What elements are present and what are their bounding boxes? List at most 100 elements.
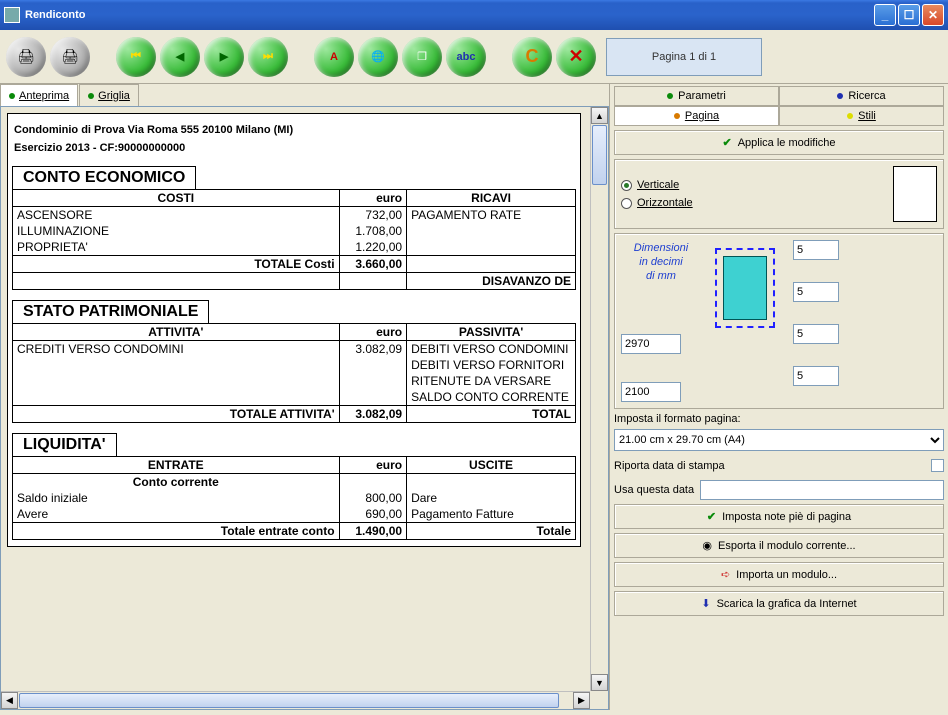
radio-orizzontale[interactable]: Orizzontale: [621, 197, 887, 209]
col-attivita: ATTIVITA': [13, 324, 340, 341]
scarica-button[interactable]: ⬇Scarica la grafica da Internet: [614, 591, 944, 616]
riporta-checkbox[interactable]: [931, 459, 944, 472]
first-icon: ⏮: [131, 50, 141, 63]
cell: ILLUMINAZIONE: [13, 223, 340, 239]
cell: RITENUTE DA VERSARE: [407, 373, 576, 389]
riporta-label: Riporta data di stampa: [614, 460, 925, 472]
check-icon: ✔: [722, 136, 731, 149]
cell: 1.220,00: [339, 239, 407, 256]
close-button[interactable]: ✕: [922, 4, 944, 26]
table-liquidita: ENTRATEeuroUSCITE Conto corrente Saldo i…: [12, 456, 576, 540]
input-margin-top[interactable]: [793, 240, 839, 260]
tot-right: Totale: [407, 523, 576, 540]
cell: 800,00: [339, 490, 407, 506]
dim-label: Dimensioni in decimi di mm: [621, 240, 701, 282]
col-euro: euro: [339, 457, 407, 474]
input-width[interactable]: [621, 382, 681, 402]
section-stato-patrimoniale: STATO PATRIMONIALE: [12, 300, 209, 324]
scroll-right-button[interactable]: ▶: [573, 692, 590, 709]
last-page-button[interactable]: ⏭: [248, 37, 288, 77]
horizontal-scrollbar[interactable]: ◀ ▶: [1, 691, 590, 709]
cell: PAGAMENTO RATE: [407, 207, 576, 224]
tab-stili-label: Stili: [858, 110, 876, 122]
print-single-button[interactable]: 🖨: [50, 37, 90, 77]
cell: DEBITI VERSO FORNITORI: [407, 357, 576, 373]
printer-icon: 🖨: [17, 48, 35, 65]
pdf-icon: A: [330, 51, 338, 63]
tot-label: Totale entrate conto: [13, 523, 340, 540]
radio-icon: [621, 198, 632, 209]
import-icon: ➪: [721, 568, 730, 581]
copy-button[interactable]: ❐: [402, 37, 442, 77]
delete-button[interactable]: ✕: [556, 37, 596, 77]
text-button[interactable]: abc: [446, 37, 486, 77]
globe-icon: 🌐: [371, 50, 385, 63]
scarica-label: Scarica la grafica da Internet: [717, 598, 857, 610]
input-height[interactable]: [621, 334, 681, 354]
importa-button[interactable]: ➪ Importa un modulo...: [614, 562, 944, 587]
note-pie-button[interactable]: ✔Imposta note piè di pagina: [614, 504, 944, 529]
tab-parametri[interactable]: Parametri: [614, 86, 779, 106]
scroll-left-button[interactable]: ◀: [1, 692, 18, 709]
export-icon: ◉: [702, 539, 712, 552]
applica-label: Applica le modifiche: [738, 137, 836, 149]
print-button[interactable]: 🖨: [6, 37, 46, 77]
importa-label: Importa un modulo...: [736, 569, 837, 581]
input-margin-right[interactable]: [793, 282, 839, 302]
cell: [339, 373, 407, 389]
right-panel: Parametri Ricerca Pagina Stili ✔ Applica …: [610, 84, 948, 710]
next-page-button[interactable]: ▶: [204, 37, 244, 77]
preview-area: Condominio di Prova Via Roma 555 20100 M…: [0, 106, 609, 710]
tab-anteprima[interactable]: Anteprima: [0, 84, 78, 106]
hscroll-thumb[interactable]: [19, 693, 559, 708]
pdf-button[interactable]: A: [314, 37, 354, 77]
esporta-label: Esporta il modulo corrente...: [718, 540, 856, 552]
minimize-button[interactable]: _: [874, 4, 896, 26]
prev-page-button[interactable]: ◀: [160, 37, 200, 77]
scroll-down-button[interactable]: ▼: [591, 674, 608, 691]
vertical-scrollbar[interactable]: ▲ ▼: [590, 107, 608, 691]
cell: Dare: [407, 490, 576, 506]
note-pie-label: Imposta note piè di pagina: [722, 511, 851, 523]
maximize-button[interactable]: ☐: [898, 4, 920, 26]
orientation-frame: Verticale Orizzontale: [614, 159, 944, 229]
input-margin-bottom[interactable]: [793, 324, 839, 344]
dimensions-frame: Dimensioni in decimi di mm: [614, 233, 944, 409]
tab-ricerca[interactable]: Ricerca: [779, 86, 944, 106]
window-title: Rendiconto: [25, 9, 872, 21]
cell: [339, 357, 407, 373]
cell: [13, 357, 340, 373]
tab-pagina[interactable]: Pagina: [614, 106, 779, 126]
tot-label: TOTALE ATTIVITA': [13, 406, 340, 423]
prev-icon: ◀: [176, 50, 184, 63]
tot-right: TOTAL: [407, 406, 576, 423]
cell: [339, 273, 407, 290]
email-button[interactable]: 🌐: [358, 37, 398, 77]
input-margin-left[interactable]: [793, 366, 839, 386]
tot-label: TOTALE Costi: [13, 256, 340, 273]
cell: [13, 373, 340, 389]
orientation-preview: [893, 166, 937, 222]
tab-griglia-label: Griglia: [98, 90, 130, 102]
titlebar: Rendiconto _ ☐ ✕: [0, 0, 948, 30]
tab-pagina-label: Pagina: [685, 110, 719, 122]
usa-data-input[interactable]: [700, 480, 944, 500]
page-indicator: Pagina 1 di 1: [606, 38, 762, 76]
applica-button[interactable]: ✔ Applica le modifiche: [614, 130, 944, 155]
refresh-icon: C: [526, 46, 539, 67]
vscroll-thumb[interactable]: [592, 125, 607, 185]
dot-icon: [9, 93, 15, 99]
tab-griglia[interactable]: Griglia: [79, 84, 139, 106]
radio-verticale[interactable]: Verticale: [621, 179, 887, 191]
right-tabs: Parametri Ricerca Pagina Stili: [614, 86, 944, 126]
tab-stili[interactable]: Stili: [779, 106, 944, 126]
first-page-button[interactable]: ⏮: [116, 37, 156, 77]
section-conto-economico: CONTO ECONOMICO: [12, 166, 196, 190]
formato-select[interactable]: 21.00 cm x 29.70 cm (A4): [614, 429, 944, 451]
refresh-button[interactable]: C: [512, 37, 552, 77]
page-preview: Condominio di Prova Via Roma 555 20100 M…: [7, 113, 581, 547]
scroll-up-button[interactable]: ▲: [591, 107, 608, 124]
col-euro: euro: [339, 324, 407, 341]
formato-label: Imposta il formato pagina:: [614, 413, 944, 425]
esporta-button[interactable]: ◉ Esporta il modulo corrente...: [614, 533, 944, 558]
